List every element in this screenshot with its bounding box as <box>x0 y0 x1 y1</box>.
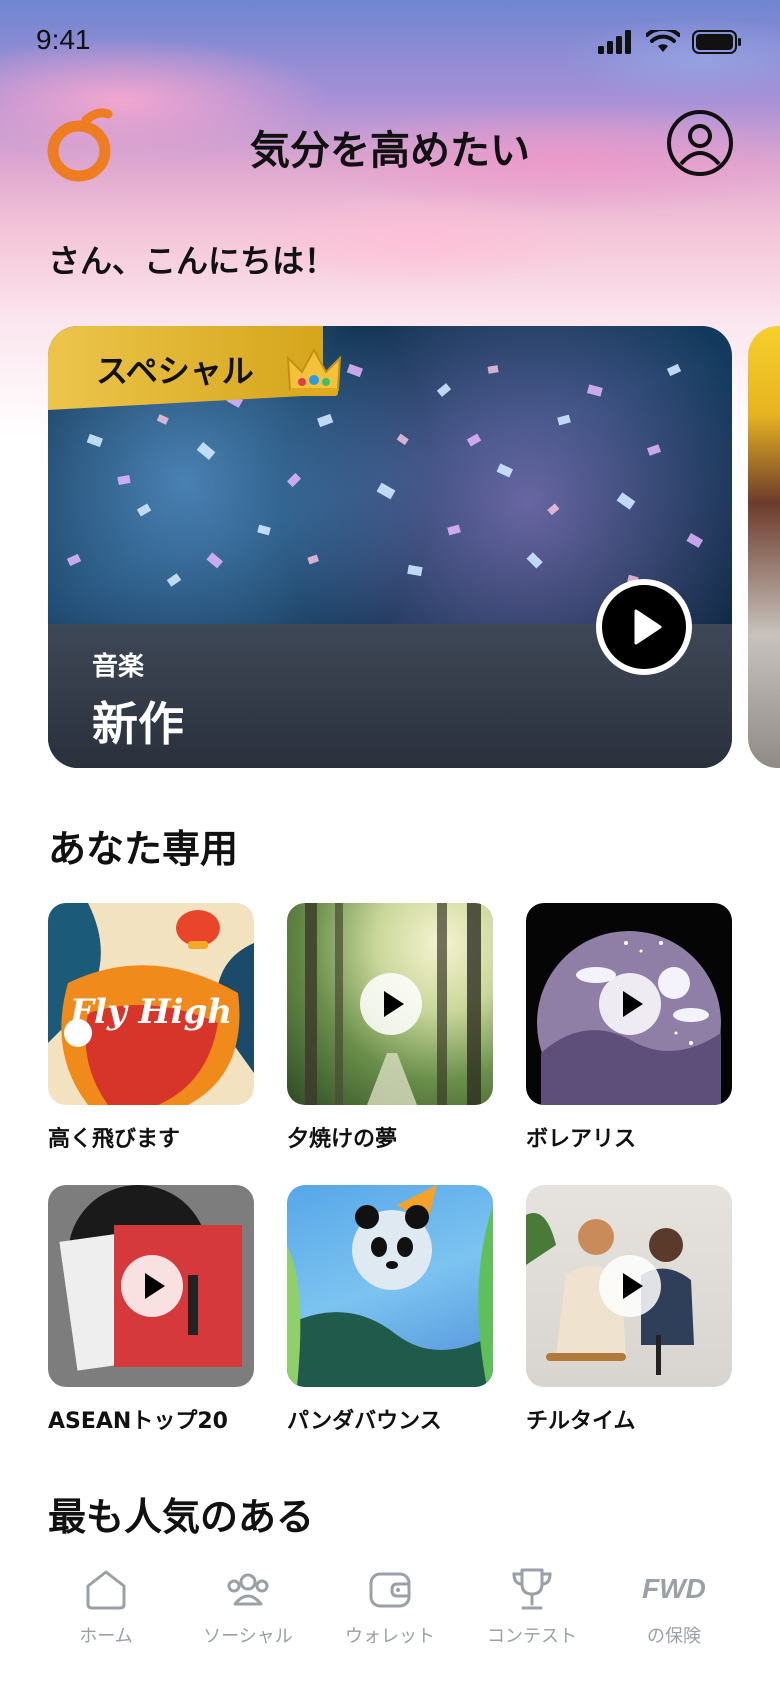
bottom-tab-bar: ホーム ソーシャル ウォレット コンテスト FWD の保険 <box>0 1540 780 1688</box>
playlist-cover <box>526 903 732 1105</box>
playlist-label: 夕焼けの夢 <box>287 1127 398 1152</box>
section-title-popular: 最も人気のある <box>48 1495 315 1539</box>
tab-home-label: ホーム <box>79 1626 133 1647</box>
signal-icon <box>598 30 631 54</box>
playlist-tile[interactable]: ASEANトップ20 <box>48 1185 254 1434</box>
panda-art <box>287 1185 493 1387</box>
user-avatar-icon <box>679 124 721 166</box>
playlist-tile[interactable]: 夕焼けの夢 <box>287 903 493 1152</box>
playlist-label: ボレアリス <box>526 1127 637 1152</box>
tab-social-label: ソーシャル <box>203 1626 293 1647</box>
profile-button[interactable] <box>667 110 733 176</box>
page-title: 気分を高めたい <box>250 128 530 174</box>
playlist-label: ASEANトップ20 <box>48 1409 228 1434</box>
featured-category: 音楽 <box>92 652 145 682</box>
playlist-label: チルタイム <box>526 1409 636 1434</box>
battery-icon <box>692 30 741 54</box>
featured-title: 新作 <box>92 697 184 751</box>
playlist-label: 高く飛びます <box>48 1127 181 1152</box>
fwd-logo-text: FWD <box>642 1573 706 1604</box>
status-time: 9:41 <box>36 24 91 55</box>
featured-card[interactable]: スペシャル 音楽 新作 <box>48 326 732 768</box>
tile-play-button[interactable] <box>360 973 422 1035</box>
playlist-cover: Fly High <box>48 903 254 1105</box>
playlist-tile[interactable]: Fly High 高く飛びます <box>48 903 254 1152</box>
playlist-tile[interactable]: パンダバウンス <box>287 1185 493 1434</box>
tab-contest[interactable]: コンテスト <box>462 1564 602 1648</box>
playlist-cover <box>287 1185 493 1387</box>
fwd-logo-icon: FWD <box>642 1573 706 1604</box>
featured-play-button[interactable] <box>596 579 692 675</box>
playlist-label: パンダバウンス <box>287 1409 442 1434</box>
play-icon <box>634 609 662 645</box>
special-badge-label: スペシャル <box>96 352 254 390</box>
tab-insurance-label: の保険 <box>647 1626 701 1647</box>
playlist-cover <box>526 1185 732 1387</box>
status-icons <box>598 30 742 54</box>
tile-play-button[interactable] <box>599 1255 661 1317</box>
tile-play-button[interactable] <box>599 973 661 1035</box>
greeting-text: さん、こんにちは！ <box>48 242 337 280</box>
tab-home[interactable]: ホーム <box>36 1564 176 1648</box>
app-header: 気分を高めたい <box>0 100 780 190</box>
play-icon <box>145 1273 165 1299</box>
tab-contest-label: コンテスト <box>487 1626 577 1647</box>
playlist-tile[interactable]: チルタイム <box>526 1185 732 1434</box>
tab-wallet[interactable]: ウォレット <box>320 1564 460 1648</box>
crown-icon <box>286 347 342 396</box>
section-title-for-you: あなた専用 <box>48 827 239 871</box>
tab-wallet-label: ウォレット <box>345 1626 435 1647</box>
fly-high-art-text: Fly High <box>69 992 232 1032</box>
wallet-icon <box>369 1572 411 1608</box>
playlist-tile[interactable]: ボレアリス <box>526 903 732 1152</box>
play-icon <box>384 991 404 1017</box>
next-featured-card-peek[interactable] <box>748 326 780 768</box>
people-icon <box>227 1573 269 1606</box>
play-icon <box>623 991 643 1017</box>
status-bar: 9:41 <box>0 0 780 90</box>
playlist-cover <box>287 903 493 1105</box>
trophy-icon <box>512 1568 552 1610</box>
play-icon <box>623 1273 643 1299</box>
fly-high-art: Fly High <box>48 903 254 1105</box>
tab-insurance[interactable]: FWD の保険 <box>604 1564 744 1648</box>
tab-social[interactable]: ソーシャル <box>178 1564 318 1648</box>
home-icon <box>86 1570 126 1610</box>
playlist-cover <box>48 1185 254 1387</box>
tile-play-button[interactable] <box>121 1255 183 1317</box>
wifi-icon <box>646 30 680 52</box>
